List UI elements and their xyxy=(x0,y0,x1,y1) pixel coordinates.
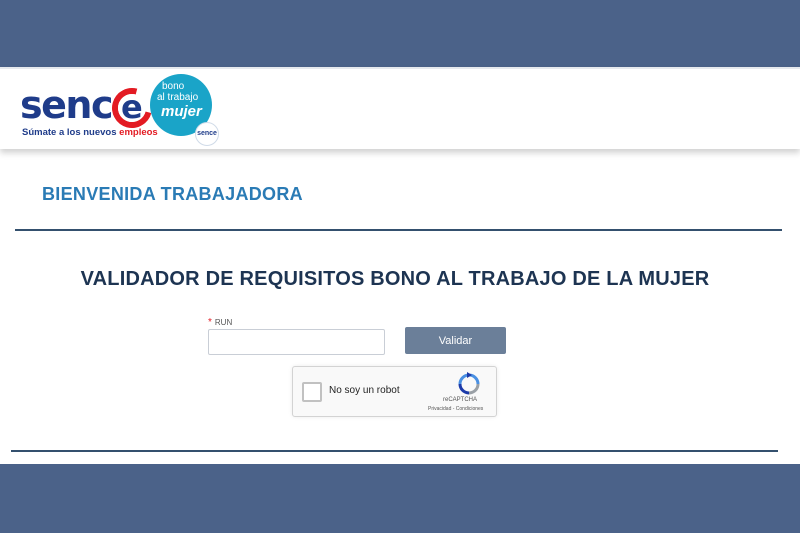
recaptcha-brand: reCAPTCHA xyxy=(443,397,478,403)
bono-mujer-logo: bono al trabajo mujer sence xyxy=(150,74,219,146)
recaptcha-logo-icon xyxy=(458,372,480,395)
bono-logo-line2: al trabajo xyxy=(157,92,199,103)
run-label-text: RUN xyxy=(214,318,233,327)
sence-badge-icon: sence xyxy=(195,122,219,146)
divider-bottom xyxy=(11,450,778,452)
tagline-prefix: Súmate a los nuevos xyxy=(22,127,120,138)
main-panel: BIENVENIDA TRABAJADORA VALIDADOR DE REQU… xyxy=(0,149,800,464)
required-mark: * xyxy=(208,317,212,328)
recaptcha-label: No soy un robot xyxy=(329,385,400,396)
sence-logo[interactable]: senc e Súmate a los nuevos empleos xyxy=(20,80,160,143)
bono-logo-line3: mujer xyxy=(161,103,202,120)
sence-wordmark-e: e xyxy=(121,88,143,126)
validar-button[interactable]: Validar xyxy=(405,327,506,354)
site-header: senc e Súmate a los nuevos empleos bono … xyxy=(0,67,800,149)
page-title: VALIDADOR DE REQUISITOS BONO AL TRABAJO … xyxy=(80,268,710,290)
recaptcha-widget: No soy un robot reCAPTCHA Privacidad - C… xyxy=(292,366,497,417)
divider-top xyxy=(15,229,782,231)
welcome-heading: BIENVENIDA TRABAJADORA xyxy=(42,184,303,204)
top-band xyxy=(0,0,800,67)
sence-tagline: Súmate a los nuevos empleos xyxy=(22,127,158,138)
tagline-highlight: empleos xyxy=(119,127,158,138)
recaptcha-links[interactable]: Privacidad - Condiciones xyxy=(428,406,483,412)
sence-wordmark: senc xyxy=(20,83,113,127)
bono-logo-line1: bono xyxy=(162,81,185,92)
run-input[interactable] xyxy=(208,329,385,355)
run-label: * RUN xyxy=(208,317,232,328)
recaptcha-checkbox[interactable] xyxy=(302,382,322,402)
bottom-band xyxy=(0,464,800,533)
